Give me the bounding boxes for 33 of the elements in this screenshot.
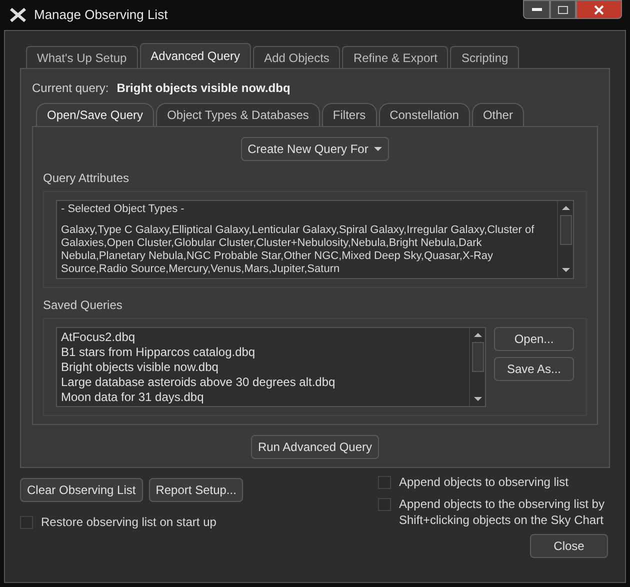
list-item[interactable]: AtFocus2.dbq [61, 330, 465, 345]
tab[interactable]: Scripting [450, 46, 520, 68]
tab[interactable]: Add Objects [253, 46, 340, 68]
current-query-label: Current query: [32, 80, 109, 97]
tab[interactable]: Advanced Query [140, 43, 252, 68]
list-item[interactable]: Bright objects visible now.dbq [61, 360, 465, 375]
tab[interactable]: Constellation [378, 103, 470, 126]
query-button[interactable]: Save As... [494, 357, 574, 381]
tab[interactable]: Object Types & Databases [156, 103, 320, 126]
checkbox-label: Append objects to observing list [399, 474, 568, 490]
close-button[interactable]: Close [530, 534, 608, 558]
tab[interactable]: Refine & Export [342, 46, 448, 68]
saved-queries-list[interactable]: AtFocus2.dbq B1 stars from Hipparcos catalog.dbq Bright objects visible now.dbq Large database asteroids above 30 degrees alt.dbq Moon data for 31 days.dbq [56, 327, 486, 407]
create-query-dropdown[interactable]: Create New Query For [240, 137, 390, 161]
attributes-text: Galaxy,Type C Galaxy,Elliptical Galaxy,Lenticular Galaxy,Spiral Galaxy,Irregular Galaxy,Cluster of Galaxies,Open Cluster,Globular Cluster,Cluster+Nebulosity,Nebula,Bright Nebula,Dark Nebula,Planetary Nebula,NGC Probable Star,Other NGC,Mixed Deep Sky,Quasar,X-Ray Source,Radio Source,Mercury,Venus,Mars,Jupiter,Saturn [61, 224, 536, 276]
tab[interactable]: Other [472, 103, 524, 126]
window-title: Manage Observing List [34, 6, 168, 24]
tab[interactable]: What's Up Setup [26, 46, 138, 68]
section-title: Saved Queries [43, 297, 124, 314]
tab[interactable]: Filters [322, 103, 377, 126]
list-item[interactable]: B1 stars from Hipparcos catalog.dbq [61, 345, 465, 360]
attributes-heading: - Selected Object Types - [61, 203, 186, 216]
current-query-name: Bright objects visible now.dbq [116, 80, 290, 97]
checkbox-label: Restore observing list on start up [41, 514, 216, 530]
action-button[interactable]: Clear Observing List [20, 478, 143, 502]
query-button[interactable]: Open... [494, 327, 574, 351]
section-title: Query Attributes [43, 170, 130, 187]
run-query-button[interactable]: Run Advanced Query [250, 435, 380, 459]
list-item[interactable]: Moon data for 31 days.dbq [61, 390, 465, 405]
list-item[interactable]: Large database asteroids above 30 degrees alt.dbq [61, 375, 465, 390]
tab[interactable]: Open/Save Query [36, 103, 154, 126]
checkbox-label: Append objects to the observing list by Shift+clicking objects on the Sky Chart [399, 496, 606, 528]
action-button[interactable]: Report Setup... [148, 478, 244, 502]
